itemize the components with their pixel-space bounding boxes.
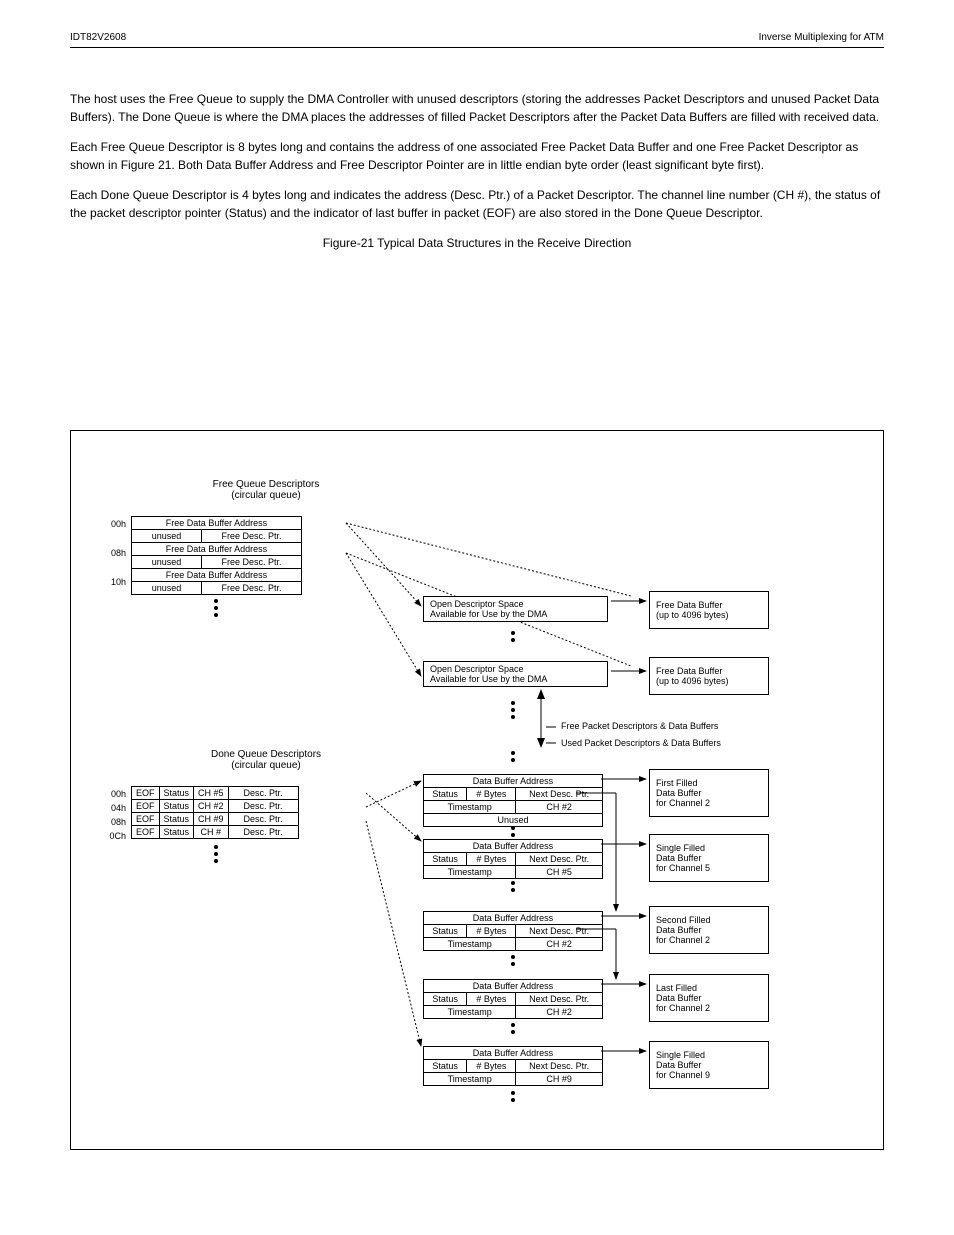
packet-desc-3: Data Buffer Address Status# BytesNext De…	[423, 911, 603, 951]
done-queue-block: EOFStatusCH #5Desc. Ptr. EOFStatusCH #2D…	[131, 786, 301, 863]
packet-desc-2: Data Buffer Address Status# BytesNext De…	[423, 839, 603, 879]
figure-diagram: Free Queue Descriptors (circular queue) …	[70, 430, 884, 1150]
dq-offset-3: 0Ch	[96, 831, 126, 841]
table-row: EOFStatusCH #2Desc. Ptr.	[132, 800, 299, 813]
page-header: IDT82V2608 Inverse Multiplexing for ATM	[70, 32, 884, 48]
table-row: EOFStatusCH #9Desc. Ptr.	[132, 813, 299, 826]
packet-desc-5: Data Buffer Address Status# BytesNext De…	[423, 1046, 603, 1086]
free-queue-block: Free Data Buffer Address unusedFree Desc…	[131, 516, 302, 617]
free-buf-2: Free Data Buffer (up to 4096 bytes)	[649, 657, 769, 695]
free-queue-row-1: Free Data Buffer Address unusedFree Desc…	[131, 542, 302, 569]
dq-offset-0: 00h	[96, 789, 126, 799]
fq-offset-1: 08h	[96, 548, 126, 558]
dq-offset-2: 08h	[96, 817, 126, 827]
done-queue-title: Done Queue Descriptors (circular queue)	[176, 749, 356, 771]
filled-buf-5: Single Filled Data Buffer for Channel 9	[649, 1041, 769, 1089]
paragraph-2: Each Free Queue Descriptor is 8 bytes lo…	[70, 138, 884, 174]
fq-offset-0: 00h	[96, 519, 126, 529]
free-queue-title: Free Queue Descriptors (circular queue)	[176, 479, 356, 501]
table-row: EOFStatusCH #5Desc. Ptr.	[132, 787, 299, 800]
legend-free: Free Packet Descriptors & Data Buffers	[561, 721, 718, 731]
paragraph-3: Each Done Queue Descriptor is 4 bytes lo…	[70, 186, 884, 222]
table-row: EOFStatusCH #Desc. Ptr.	[132, 826, 299, 839]
free-queue-row-0: Free Data Buffer Address unusedFree Desc…	[131, 516, 302, 543]
free-buf-1: Free Data Buffer (up to 4096 bytes)	[649, 591, 769, 629]
paragraph-1: The host uses the Free Queue to supply t…	[70, 90, 884, 126]
filled-buf-3: Second Filled Data Buffer for Channel 2	[649, 906, 769, 954]
legend-used: Used Packet Descriptors & Data Buffers	[561, 738, 721, 748]
body-text: The host uses the Free Queue to supply t…	[70, 90, 884, 264]
open-desc-1: Open Descriptor Space Available for Use …	[423, 596, 608, 622]
product-id: IDT82V2608	[70, 32, 126, 43]
packet-desc-1: Data Buffer Address Status# BytesNext De…	[423, 774, 603, 827]
dq-offset-1: 04h	[96, 803, 126, 813]
figure-caption: Figure-21 Typical Data Structures in the…	[70, 234, 884, 252]
filled-buf-4: Last Filled Data Buffer for Channel 2	[649, 974, 769, 1022]
packet-desc-4: Data Buffer Address Status# BytesNext De…	[423, 979, 603, 1019]
fq-offset-2: 10h	[96, 577, 126, 587]
filled-buf-1: First Filled Data Buffer for Channel 2	[649, 769, 769, 817]
free-queue-row-2: Free Data Buffer Address unusedFree Desc…	[131, 568, 302, 595]
open-desc-2: Open Descriptor Space Available for Use …	[423, 661, 608, 687]
doc-title: Inverse Multiplexing for ATM	[759, 32, 884, 43]
filled-buf-2: Single Filled Data Buffer for Channel 5	[649, 834, 769, 882]
